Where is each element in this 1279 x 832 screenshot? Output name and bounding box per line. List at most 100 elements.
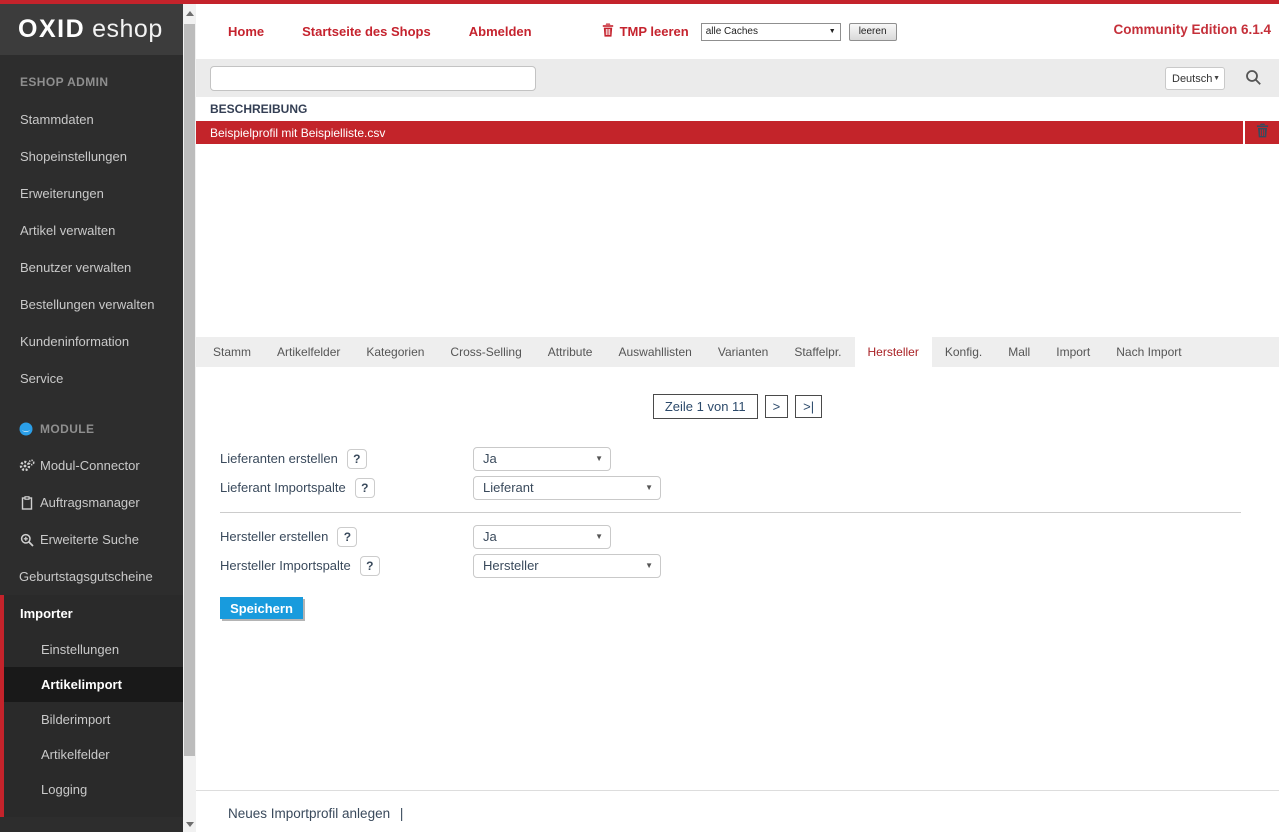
- form-row-hersteller-erstellen: Hersteller erstellen ? Ja ▼: [196, 522, 1279, 551]
- hersteller-form: Lieferanten erstellen ? Ja ▼ Lieferant I…: [196, 444, 1279, 619]
- sidebar-item-erweiterte-suche[interactable]: Erweiterte Suche: [0, 521, 183, 558]
- chevron-down-icon: ▼: [645, 483, 653, 492]
- sidebar-subitem-artikelimport[interactable]: Artikelimport: [4, 667, 183, 702]
- chevron-down-icon: ▼: [829, 28, 836, 35]
- tab-mall[interactable]: Mall: [995, 337, 1043, 367]
- search-bar: Deutsch ▼: [196, 59, 1279, 97]
- footer: Neues Importprofil anlegen |: [196, 790, 1279, 832]
- help-icon[interactable]: ?: [355, 478, 375, 498]
- sidebar-subitem-bilderimport[interactable]: Bilderimport: [4, 702, 183, 737]
- select-value: Ja: [483, 451, 497, 466]
- tab-attribute[interactable]: Attribute: [535, 337, 606, 367]
- tab-stamm[interactable]: Stamm: [200, 337, 264, 367]
- trash-icon: [602, 23, 614, 40]
- chevron-down-icon: ▼: [645, 561, 653, 570]
- last-page-button[interactable]: >|: [795, 395, 822, 418]
- scroll-up-arrow[interactable]: [186, 11, 194, 16]
- tmp-clear-label: TMP leeren: [620, 24, 689, 39]
- sidebar-nav: Stammdaten Shopeinstellungen Erweiterung…: [0, 101, 183, 397]
- tab-import[interactable]: Import: [1043, 337, 1103, 367]
- trash-icon: [1256, 123, 1269, 143]
- sidebar-subitem-logging[interactable]: Logging: [4, 772, 183, 807]
- pagination-status: Zeile 1 von 11: [653, 394, 758, 419]
- sidebar-item-shopeinstellungen[interactable]: Shopeinstellungen: [0, 138, 183, 175]
- tab-staffelpr[interactable]: Staffelpr.: [781, 337, 854, 367]
- save-button[interactable]: Speichern: [220, 597, 303, 619]
- hersteller-importspalte-select[interactable]: Hersteller ▼: [473, 554, 661, 578]
- sidebar-item-stammdaten[interactable]: Stammdaten: [0, 101, 183, 138]
- table-row-selected: Beispielprofil mit Beispielliste.csv: [196, 121, 1279, 144]
- tab-hersteller[interactable]: Hersteller: [855, 337, 932, 367]
- language-select[interactable]: Deutsch ▼: [1165, 67, 1225, 90]
- list-empty-area: [196, 144, 1279, 337]
- field-label: Hersteller erstellen: [220, 529, 328, 544]
- module-section-label: MODULE: [40, 422, 94, 436]
- module-item-label: Auftragsmanager: [40, 495, 140, 510]
- help-icon[interactable]: ?: [347, 449, 367, 469]
- clear-cache-button[interactable]: leeren: [849, 23, 897, 41]
- sidebar-subitem-artikelfelder[interactable]: Artikelfelder: [4, 737, 183, 772]
- scroll-down-arrow[interactable]: [186, 822, 194, 827]
- lieferant-importspalte-select[interactable]: Lieferant ▼: [473, 476, 661, 500]
- search-input[interactable]: [210, 66, 536, 91]
- home-link[interactable]: Home: [228, 24, 264, 39]
- tab-nach-import[interactable]: Nach Import: [1103, 337, 1194, 367]
- module-section-header: MODULE: [0, 410, 183, 447]
- chevron-down-icon: ▼: [1213, 75, 1220, 82]
- top-accent-bar: [0, 0, 1279, 4]
- sidebar-item-kundeninformation[interactable]: Kundeninformation: [0, 323, 183, 360]
- sidebar: OXID eshop ESHOP ADMIN Stammdaten Shopei…: [0, 4, 183, 832]
- sidebar-item-erweiterungen[interactable]: Erweiterungen: [0, 175, 183, 212]
- chevron-down-icon: ▼: [595, 532, 603, 541]
- lieferanten-erstellen-select[interactable]: Ja ▼: [473, 447, 611, 471]
- tab-artikelfelder[interactable]: Artikelfelder: [264, 337, 353, 367]
- help-icon[interactable]: ?: [337, 527, 357, 547]
- import-profile-row[interactable]: Beispielprofil mit Beispielliste.csv: [196, 121, 1243, 144]
- next-page-button[interactable]: >: [765, 395, 789, 418]
- form-divider: [220, 512, 1241, 513]
- field-label: Lieferanten erstellen: [220, 451, 338, 466]
- tab-konfig[interactable]: Konfig.: [932, 337, 995, 367]
- tmp-clear-group[interactable]: TMP leeren: [602, 23, 689, 40]
- sidebar-item-modul-connector[interactable]: Modul-Connector: [0, 447, 183, 484]
- new-import-profile-link[interactable]: Neues Importprofil anlegen: [228, 806, 390, 821]
- cache-select[interactable]: alle Caches ▼: [701, 23, 841, 41]
- shop-start-link[interactable]: Startseite des Shops: [302, 24, 431, 39]
- tab-kategorien[interactable]: Kategorien: [353, 337, 437, 367]
- list-column-header: BESCHREIBUNG: [196, 97, 1279, 121]
- sidebar-item-bestellungen-verwalten[interactable]: Bestellungen verwalten: [0, 286, 183, 323]
- module-item-label: Modul-Connector: [40, 458, 140, 473]
- sidebar-item-artikel-verwalten[interactable]: Artikel verwalten: [0, 212, 183, 249]
- logo-text-light: eshop: [92, 15, 163, 44]
- pagination: Zeile 1 von 11 > >|: [196, 367, 1279, 419]
- tab-cross-selling[interactable]: Cross-Selling: [437, 337, 534, 367]
- scrollbar-thumb[interactable]: [184, 24, 195, 756]
- hersteller-erstellen-select[interactable]: Ja ▼: [473, 525, 611, 549]
- help-icon[interactable]: ?: [360, 556, 380, 576]
- sidebar-item-service[interactable]: Service: [0, 360, 183, 397]
- select-value: Hersteller: [483, 558, 539, 573]
- sidebar-subitem-einstellungen[interactable]: Einstellungen: [4, 632, 183, 667]
- tab-auswahllisten[interactable]: Auswahllisten: [605, 337, 704, 367]
- module-icon: [18, 422, 34, 436]
- form-row-hersteller-importspalte: Hersteller Importspalte ? Hersteller ▼: [196, 551, 1279, 580]
- main-area: Home Startseite des Shops Abmelden TMP l…: [196, 4, 1279, 832]
- sidebar-item-importer[interactable]: Importer: [4, 595, 183, 632]
- logo-text-bold: OXID: [18, 15, 85, 44]
- sidebar-item-auftragsmanager[interactable]: Auftragsmanager: [0, 484, 183, 521]
- vertical-scrollbar[interactable]: [183, 4, 196, 832]
- search-plus-icon: [19, 533, 35, 547]
- tab-varianten[interactable]: Varianten: [705, 337, 781, 367]
- eshop-admin-label: ESHOP ADMIN: [0, 55, 183, 89]
- select-value: Lieferant: [483, 480, 534, 495]
- chevron-down-icon: ▼: [595, 454, 603, 463]
- edition-label: Community Edition 6.1.4: [1113, 22, 1271, 37]
- delete-profile-cell[interactable]: [1245, 121, 1279, 144]
- module-item-label: Geburtstagsgutscheine: [19, 569, 153, 584]
- sidebar-item-benutzer-verwalten[interactable]: Benutzer verwalten: [0, 249, 183, 286]
- search-icon[interactable]: [1245, 69, 1262, 91]
- gears-icon: [19, 459, 35, 473]
- sidebar-item-geburtstagsgutscheine[interactable]: Geburtstagsgutscheine: [0, 558, 183, 595]
- form-row-lieferant-importspalte: Lieferant Importspalte ? Lieferant ▼: [196, 473, 1279, 502]
- logout-link[interactable]: Abmelden: [469, 24, 532, 39]
